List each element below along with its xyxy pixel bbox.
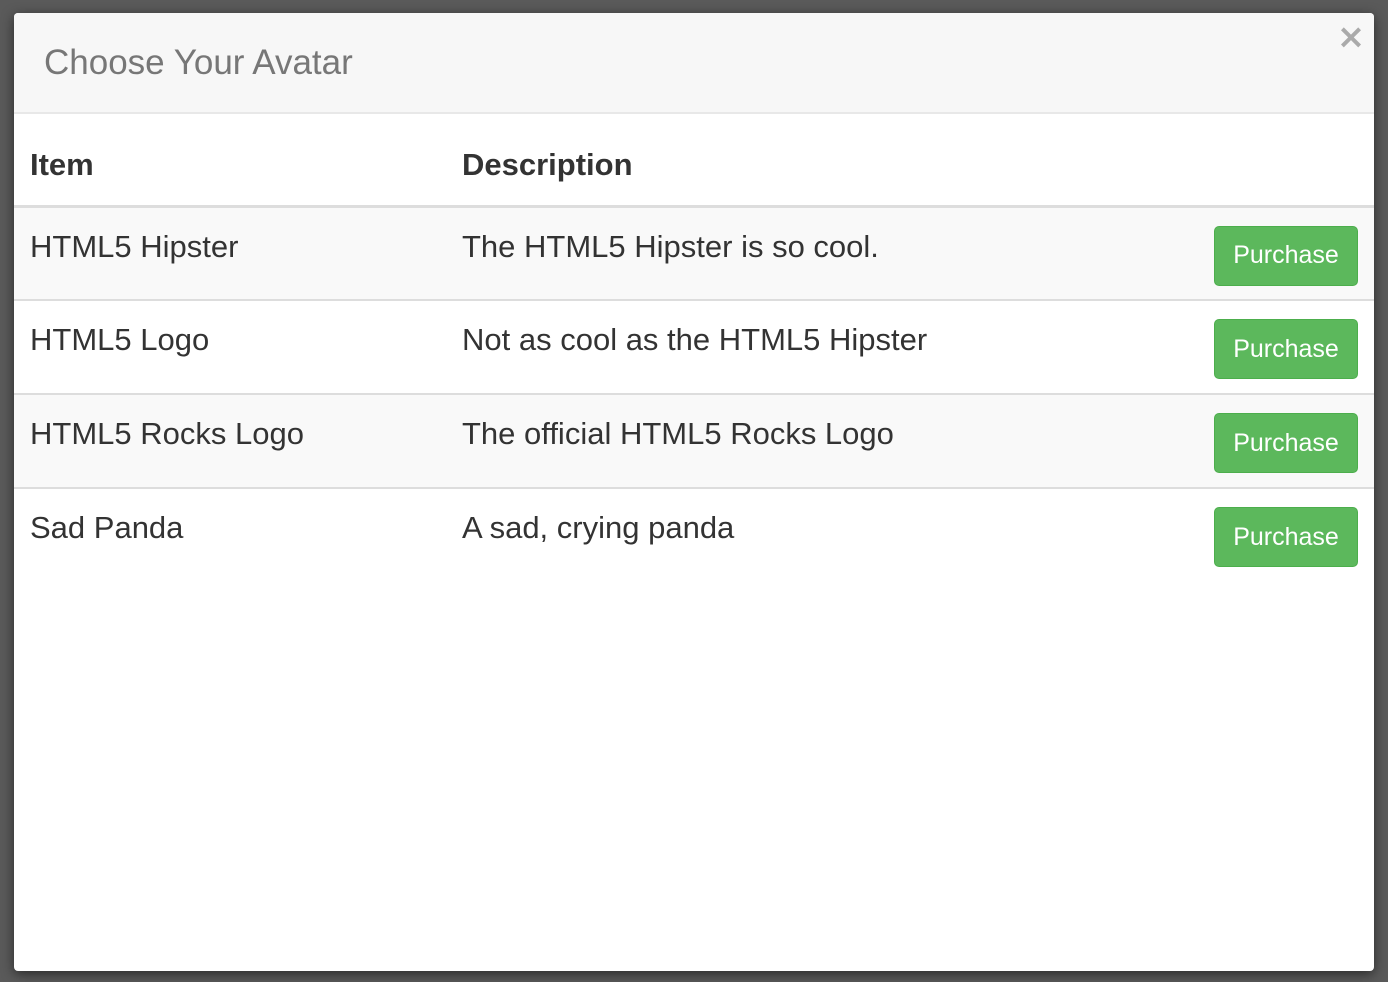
item-description: A sad, crying panda: [462, 510, 735, 545]
item-name: HTML5 Hipster: [30, 228, 239, 264]
column-header-item: Item: [14, 114, 462, 208]
table-header-row: Item Description: [14, 114, 1374, 208]
column-header-action: [1162, 114, 1374, 208]
action-cell: Purchase: [1162, 299, 1374, 394]
purchase-button[interactable]: Purchase: [1214, 413, 1358, 473]
description-cell: Not as cool as the HTML5 Hipster: [462, 299, 1162, 394]
purchase-button[interactable]: Purchase: [1214, 319, 1358, 379]
item-cell: HTML5 Hipster: [14, 206, 462, 300]
item-cell: HTML5 Rocks Logo: [14, 393, 462, 488]
avatar-table: Item Description HTML5 Hipster The HTML5…: [14, 114, 1374, 582]
action-cell: Purchase: [1162, 393, 1374, 488]
action-cell: Purchase: [1162, 487, 1374, 582]
avatar-modal: Choose Your Avatar × Item Description HT…: [14, 13, 1374, 971]
modal-header: Choose Your Avatar ×: [14, 13, 1374, 114]
table-row: HTML5 Logo Not as cool as the HTML5 Hips…: [14, 299, 1374, 394]
item-cell: HTML5 Logo: [14, 299, 462, 394]
modal-title: Choose Your Avatar: [44, 43, 353, 82]
item-cell: Sad Panda: [14, 487, 462, 582]
table-row: HTML5 Hipster The HTML5 Hipster is so co…: [14, 206, 1374, 300]
action-cell: Purchase: [1162, 206, 1374, 300]
item-description: Not as cool as the HTML5 Hipster: [462, 322, 928, 357]
description-cell: The HTML5 Hipster is so cool.: [462, 206, 1162, 300]
item-name: Sad Panda: [30, 510, 184, 545]
item-description: The official HTML5 Rocks Logo: [462, 416, 894, 451]
close-icon[interactable]: ×: [1336, 19, 1366, 55]
description-cell: The official HTML5 Rocks Logo: [462, 393, 1162, 488]
item-description: The HTML5 Hipster is so cool.: [462, 228, 879, 264]
description-cell: A sad, crying panda: [462, 487, 1162, 582]
purchase-button[interactable]: Purchase: [1214, 225, 1358, 286]
purchase-button[interactable]: Purchase: [1214, 507, 1358, 567]
table-row: Sad Panda A sad, crying panda Purchase: [14, 487, 1374, 582]
table-row: HTML5 Rocks Logo The official HTML5 Rock…: [14, 393, 1374, 488]
item-name: HTML5 Logo: [30, 322, 210, 357]
column-header-description: Description: [462, 114, 1162, 208]
item-name: HTML5 Rocks Logo: [30, 416, 304, 451]
